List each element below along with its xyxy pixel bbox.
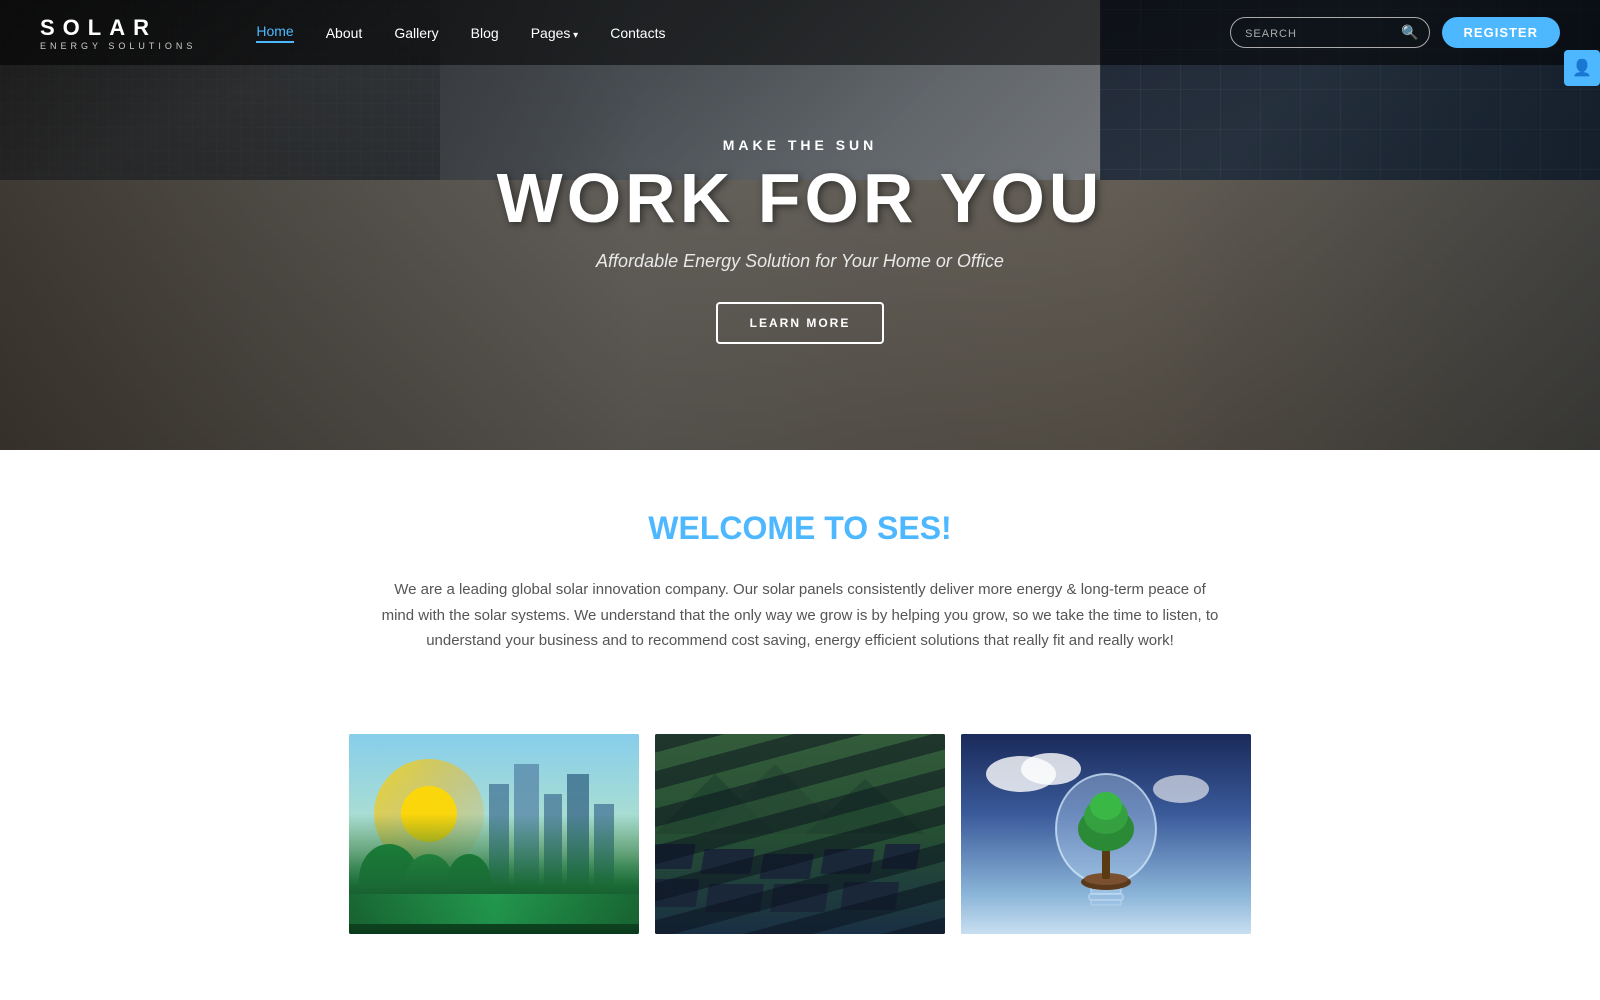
hero-section: MAKE THE SUN WORK FOR YOU Affordable Ene… (0, 0, 1600, 450)
solar-field-image (655, 734, 945, 934)
user-icon-button[interactable]: 👤 (1564, 50, 1600, 86)
welcome-title: WELCOME TO SES! (200, 510, 1400, 547)
image-card-lightbulb-tree[interactable] (961, 734, 1251, 934)
brand-logo[interactable]: SOLAR ENERGY SOLUTIONS (40, 15, 196, 51)
search-input[interactable] (1231, 20, 1391, 46)
nav-contacts[interactable]: Contacts (610, 25, 665, 41)
register-button[interactable]: REGISTER (1442, 17, 1560, 48)
nav-links: Home About Gallery Blog Pages Contacts (256, 23, 1230, 43)
nav-right: 🔍 REGISTER (1230, 17, 1560, 48)
welcome-prefix: WELCOME TO (648, 510, 877, 546)
nav-gallery[interactable]: Gallery (394, 25, 438, 41)
navbar: SOLAR ENERGY SOLUTIONS Home About Galler… (0, 0, 1600, 65)
welcome-section: WELCOME TO SES! We are a leading global … (0, 450, 1600, 734)
nav-home[interactable]: Home (256, 23, 293, 43)
welcome-brand: SES! (877, 510, 952, 546)
nav-blog[interactable]: Blog (471, 25, 499, 41)
search-bar[interactable]: 🔍 (1230, 17, 1429, 48)
user-icon: 👤 (1572, 58, 1592, 78)
nav-about[interactable]: About (326, 25, 363, 41)
hero-tagline: Affordable Energy Solution for Your Home… (596, 251, 1004, 272)
learn-more-button[interactable]: LEARN MORE (716, 302, 885, 344)
brand-subtitle: ENERGY SOLUTIONS (40, 41, 196, 51)
brand-name: SOLAR (40, 15, 196, 41)
hero-subtitle: MAKE THE SUN (723, 137, 878, 153)
search-button[interactable]: 🔍 (1391, 18, 1428, 47)
city-solar-image (349, 734, 639, 934)
welcome-description: We are a leading global solar innovation… (380, 577, 1220, 654)
image-card-solar-field[interactable] (655, 734, 945, 934)
image-card-city-solar[interactable] (349, 734, 639, 934)
image-grid (0, 734, 1600, 934)
lightbulb-tree-image (961, 734, 1251, 934)
hero-title: WORK FOR YOU (497, 163, 1104, 233)
hero-content: MAKE THE SUN WORK FOR YOU Affordable Ene… (0, 0, 1600, 450)
nav-pages[interactable]: Pages (531, 25, 579, 41)
